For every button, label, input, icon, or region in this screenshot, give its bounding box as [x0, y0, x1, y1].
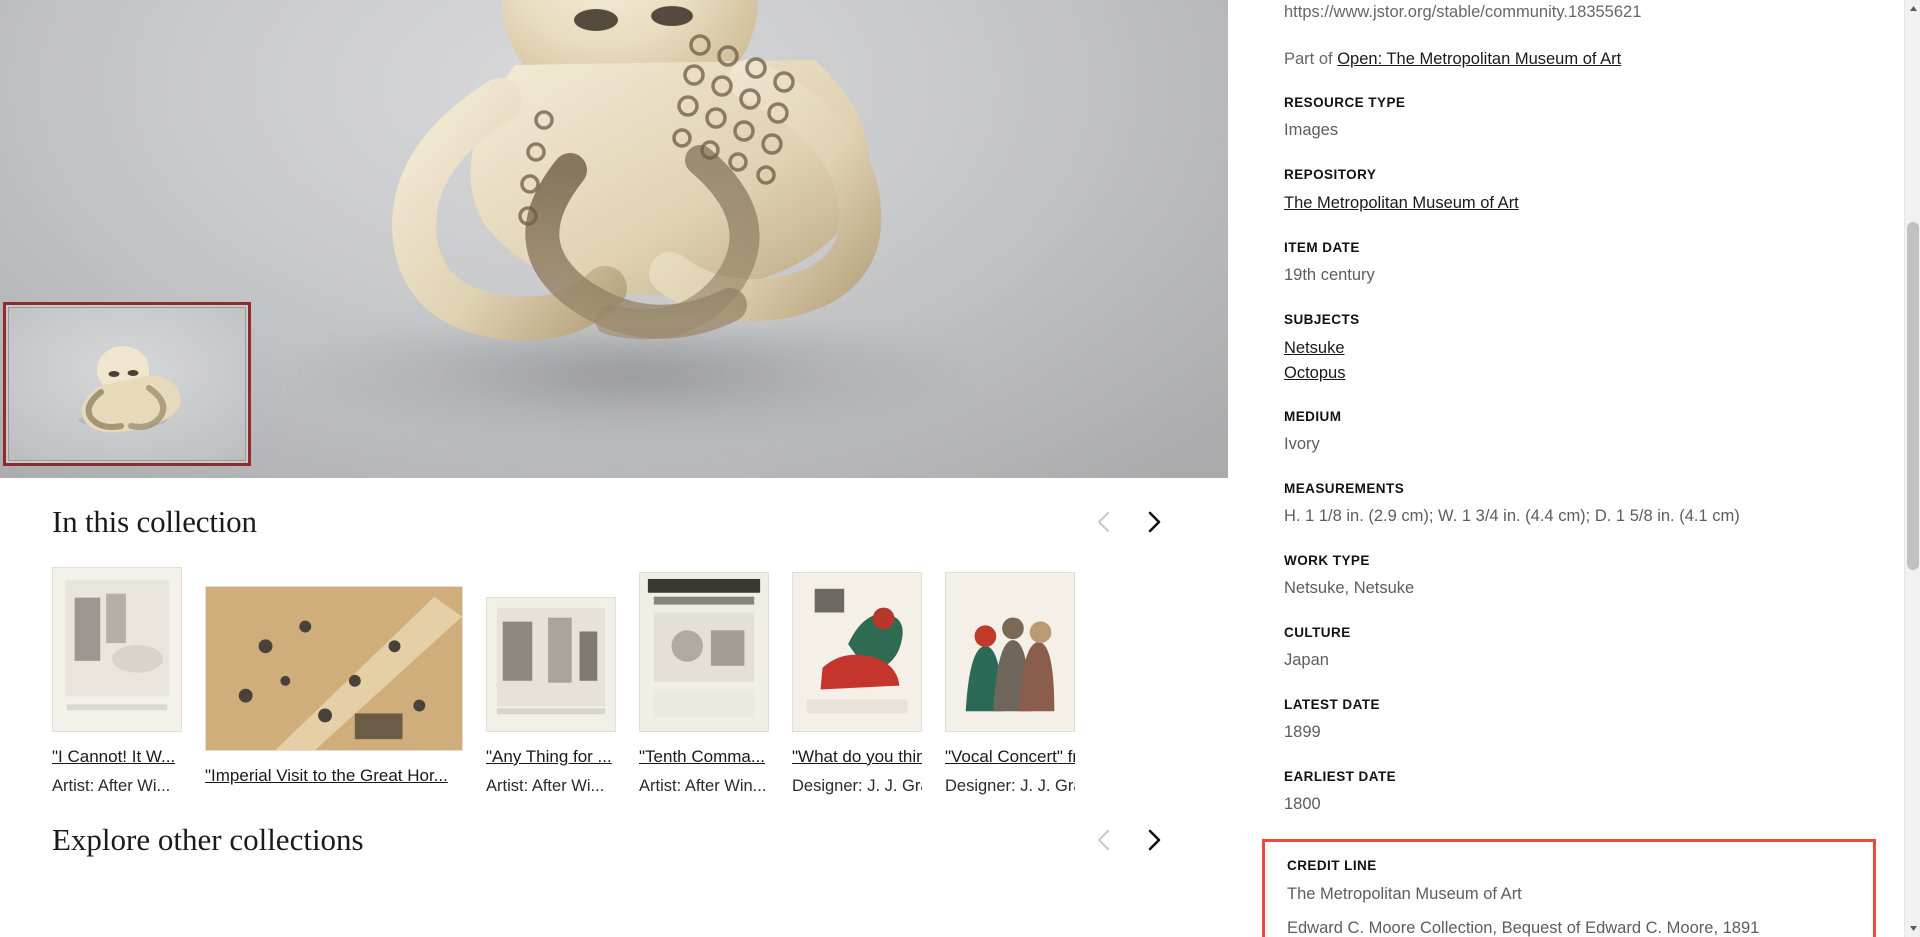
- carousel-nav-2: [1092, 827, 1176, 853]
- tile-title[interactable]: "Vocal Concert" fr...: [945, 746, 1075, 767]
- chevron-right-icon[interactable]: [1140, 827, 1166, 853]
- field-label: REPOSITORY: [1284, 167, 1377, 183]
- collection-tile[interactable]: "Vocal Concert" fr... Designer: J. J. Gr…: [945, 571, 1075, 796]
- left-column: In this collection "I Cannot! It W... Ar…: [0, 0, 1228, 937]
- field-value: Netsuke, Netsuke: [1284, 579, 1415, 598]
- field-label: RESOURCE TYPE: [1284, 95, 1406, 111]
- field-item-date: ITEM DATE 19th century: [1284, 240, 1858, 288]
- field-label: ITEM DATE: [1284, 239, 1360, 255]
- tile-title[interactable]: "Tenth Comma...: [639, 746, 769, 767]
- field-repository: REPOSITORY The Metropolitan Museum of Ar…: [1284, 167, 1858, 216]
- tile-title[interactable]: "Any Thing for ...: [486, 746, 616, 767]
- collection-tile[interactable]: "Tenth Comma... Artist: After Win...: [639, 571, 769, 796]
- part-of-prefix: Part of: [1284, 50, 1338, 69]
- repository-link[interactable]: The Metropolitan Museum of Art: [1284, 191, 1858, 216]
- collection-tile[interactable]: "I Cannot! It W... Artist: After Wi...: [52, 566, 182, 796]
- tile-subtitle: Artist: After Wi...: [486, 777, 605, 795]
- item-metadata-panel: https://www.jstor.org/stable/community.1…: [1228, 0, 1904, 937]
- subject-link-netsuke[interactable]: Netsuke: [1284, 336, 1858, 361]
- field-label: WORK TYPE: [1284, 553, 1370, 569]
- page-root: In this collection "I Cannot! It W... Ar…: [0, 0, 1920, 937]
- in-this-collection-section: In this collection "I Cannot! It W... Ar…: [0, 478, 1228, 937]
- credit-line-1: The Metropolitan Museum of Art: [1287, 884, 1522, 903]
- credit-line-highlight-box: CREDIT LINE The Metropolitan Museum of A…: [1262, 838, 1876, 937]
- field-earliest-date: EARLIEST DATE 1800: [1284, 769, 1858, 817]
- credit-line-2: Edward C. Moore Collection, Bequest of E…: [1287, 918, 1760, 937]
- section-title-2: Explore other collections: [52, 822, 364, 857]
- scroll-down-arrow-icon[interactable]: [1905, 920, 1920, 937]
- carousel-nav: [1092, 509, 1176, 535]
- collection-tile-row: "I Cannot! It W... Artist: After Wi... "…: [52, 566, 1176, 796]
- tile-subtitle: Artist: After Win...: [639, 777, 767, 795]
- field-work-type: WORK TYPE Netsuke, Netsuke: [1284, 553, 1858, 601]
- tile-thumbnail[interactable]: [945, 571, 1075, 732]
- artwork-image: [392, 0, 882, 341]
- scroll-up-arrow-icon[interactable]: [1905, 0, 1920, 17]
- field-value: H. 1 1/8 in. (2.9 cm); W. 1 3/4 in. (4.4…: [1284, 507, 1740, 526]
- field-culture: CULTURE Japan: [1284, 625, 1858, 673]
- collection-header: In this collection: [52, 478, 1176, 566]
- field-resource-type: RESOURCE TYPE Images: [1284, 95, 1858, 143]
- tile-subtitle: Designer: J. J. Gran...: [945, 777, 1075, 795]
- tile-thumbnail[interactable]: [486, 596, 616, 732]
- part-of-link[interactable]: Open: The Metropolitan Museum of Art: [1337, 50, 1621, 68]
- chevron-right-icon[interactable]: [1140, 509, 1166, 535]
- tile-thumbnail[interactable]: [792, 571, 922, 732]
- tile-title[interactable]: "What do you think of...: [792, 746, 922, 767]
- credit-line-label: CREDIT LINE: [1287, 857, 1377, 873]
- collection-tile[interactable]: "Any Thing for ... Artist: After Wi...: [486, 596, 616, 796]
- field-value: 1800: [1284, 794, 1321, 813]
- tile-title[interactable]: "I Cannot! It W...: [52, 746, 182, 767]
- field-label: LATEST DATE: [1284, 696, 1380, 712]
- field-label: EARLIEST DATE: [1284, 768, 1397, 784]
- collection-tile[interactable]: "What do you think of... Designer: J. J.…: [792, 571, 922, 796]
- thumbnail-canvas: [8, 307, 246, 461]
- field-value: Ivory: [1284, 435, 1320, 454]
- section-title: In this collection: [52, 504, 257, 539]
- field-subjects: SUBJECTS Netsuke Octopus: [1284, 312, 1858, 386]
- item-url: https://www.jstor.org/stable/community.1…: [1284, 3, 1642, 21]
- scrollbar-thumb[interactable]: [1907, 222, 1919, 570]
- subject-link-octopus[interactable]: Octopus: [1284, 361, 1858, 386]
- tile-title[interactable]: "Imperial Visit to the Great Hor...: [205, 765, 463, 786]
- viewer-thumbnail-selected[interactable]: [3, 302, 251, 466]
- field-latest-date: LATEST DATE 1899: [1284, 697, 1858, 745]
- image-viewer[interactable]: [0, 0, 1228, 478]
- chevron-left-icon[interactable]: [1092, 827, 1118, 853]
- tile-thumbnail[interactable]: [52, 566, 182, 732]
- field-measurements: MEASUREMENTS H. 1 1/8 in. (2.9 cm); W. 1…: [1284, 481, 1858, 529]
- field-medium: MEDIUM Ivory: [1284, 409, 1858, 457]
- tile-thumbnail[interactable]: [639, 571, 769, 732]
- tile-subtitle: Artist: After Wi...: [52, 777, 171, 795]
- thumbnail-artwork: [79, 346, 181, 433]
- field-label: MEASUREMENTS: [1284, 481, 1405, 497]
- tile-thumbnail[interactable]: [205, 585, 463, 751]
- field-value: 19th century: [1284, 265, 1375, 284]
- field-value: Japan: [1284, 651, 1329, 670]
- collection-tile[interactable]: "Imperial Visit to the Great Hor...: [205, 585, 463, 796]
- field-label: MEDIUM: [1284, 409, 1342, 425]
- explore-other-collections-header: Explore other collections: [52, 822, 1176, 858]
- field-label: SUBJECTS: [1284, 311, 1360, 327]
- tile-subtitle: Designer: J. J. Grandvill...: [792, 777, 922, 795]
- chevron-left-icon[interactable]: [1092, 509, 1118, 535]
- page-scrollbar[interactable]: [1904, 0, 1920, 937]
- field-value: Images: [1284, 121, 1339, 140]
- part-of-line: Part of Open: The Metropolitan Museum of…: [1284, 48, 1858, 71]
- field-value: 1899: [1284, 722, 1321, 741]
- field-label: CULTURE: [1284, 625, 1351, 641]
